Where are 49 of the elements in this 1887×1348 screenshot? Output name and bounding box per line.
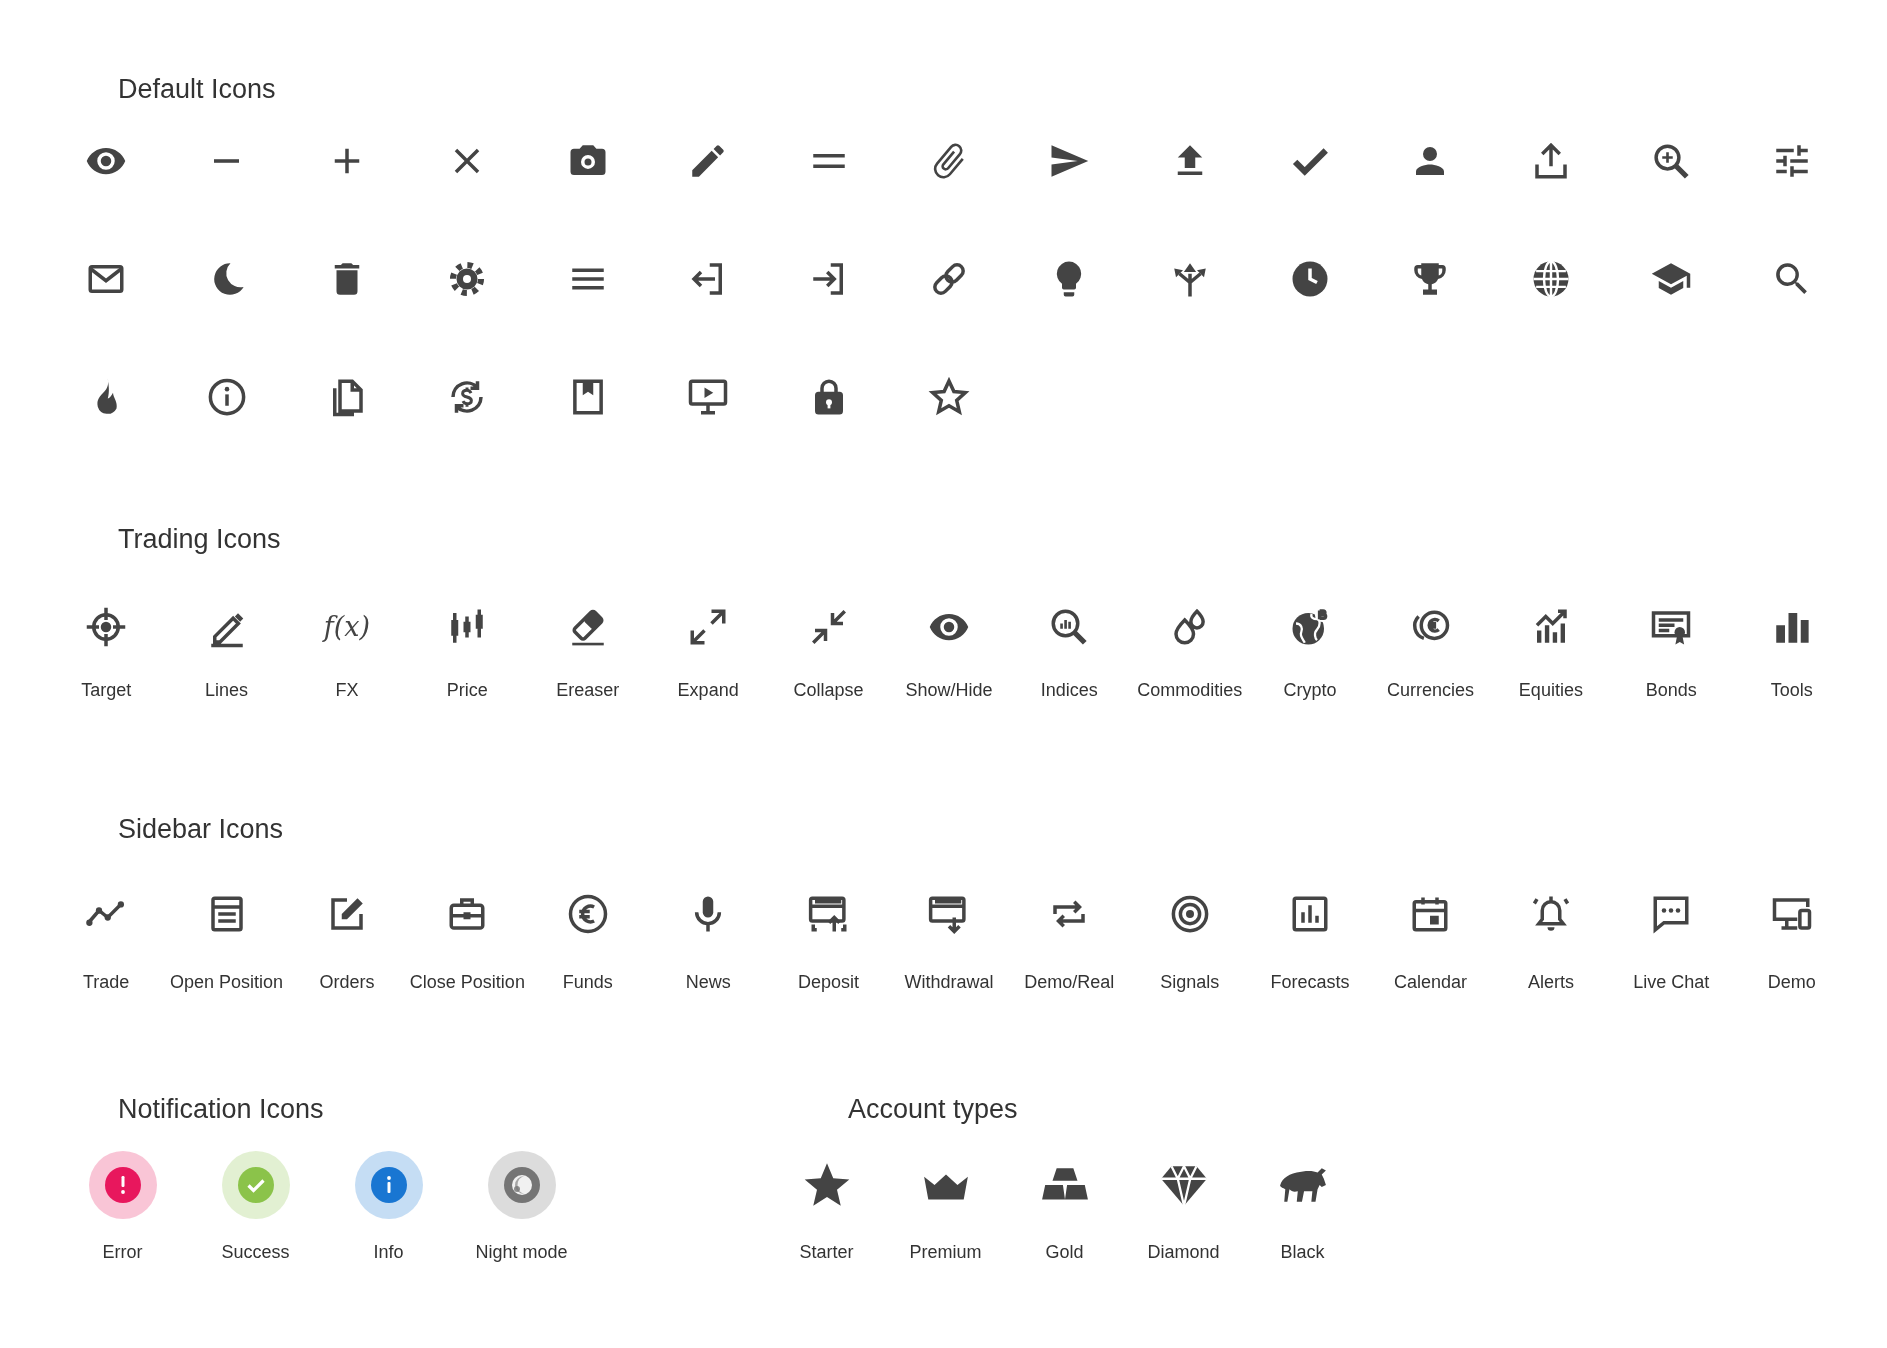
icon-label: Gold bbox=[1045, 1241, 1084, 1263]
icon-label: Signals bbox=[1160, 971, 1220, 993]
icon-label: Orders bbox=[319, 971, 375, 993]
icon-label: Show/Hide bbox=[905, 679, 993, 701]
icon-label: Premium bbox=[909, 1241, 982, 1263]
section-title: Account types bbox=[848, 1093, 1018, 1126]
icon-label: Withdrawal bbox=[904, 971, 994, 993]
icon-label: Currencies bbox=[1386, 679, 1474, 701]
icon-label: Price bbox=[446, 679, 488, 701]
crosshair-icon bbox=[85, 606, 128, 648]
icon-label: Diamond bbox=[1147, 1241, 1220, 1263]
icon-label: Indices bbox=[1040, 679, 1098, 701]
minus-icon bbox=[214, 159, 240, 163]
icon-label: Night mode bbox=[475, 1241, 568, 1263]
icon-label: Black bbox=[1280, 1241, 1325, 1263]
section-title: Sidebar Icons bbox=[118, 813, 284, 846]
icon-label: Demo bbox=[1767, 971, 1816, 993]
section-title: Default Icons bbox=[118, 73, 276, 106]
icon-label: Crypto bbox=[1283, 679, 1337, 701]
icon-label: Trade bbox=[83, 971, 130, 993]
icon-label: Lines bbox=[205, 679, 249, 701]
icon-label: Open Position bbox=[170, 971, 284, 993]
icon-label: News bbox=[685, 971, 731, 993]
icon-label: Commodities bbox=[1137, 679, 1243, 701]
icon-label: Forecasts bbox=[1270, 971, 1350, 993]
icon-label: Funds bbox=[562, 971, 613, 993]
star-outline-icon bbox=[927, 376, 970, 418]
icon-label: Bonds bbox=[1645, 679, 1697, 701]
icon-label: Ereaser bbox=[556, 679, 620, 701]
icon-label: Info bbox=[373, 1241, 404, 1263]
section-title: Notification Icons bbox=[118, 1093, 324, 1126]
icon-label: Starter bbox=[799, 1241, 854, 1263]
icon-label: Tools bbox=[1770, 679, 1813, 701]
icon-label: Alerts bbox=[1527, 971, 1574, 993]
icon-label: Equities bbox=[1518, 679, 1583, 701]
icon-label: FX bbox=[335, 679, 359, 701]
icon-label: Expand bbox=[677, 679, 739, 701]
icon-label: Target bbox=[81, 679, 132, 701]
section-title: Trading Icons bbox=[118, 523, 281, 556]
icon-label: Demo/Real bbox=[1024, 971, 1115, 993]
euro-coin-icon bbox=[566, 893, 609, 935]
icon-label: Error bbox=[102, 1241, 143, 1263]
icon-label: Calendar bbox=[1393, 971, 1467, 993]
icon-label: Deposit bbox=[798, 971, 860, 993]
icon-label: Success bbox=[221, 1241, 290, 1263]
icon-label: Live Chat bbox=[1633, 971, 1710, 993]
icon-label: Close Position bbox=[409, 971, 525, 993]
icon-label: Collapse bbox=[793, 679, 864, 701]
function-symbol: f(x) bbox=[323, 610, 371, 644]
